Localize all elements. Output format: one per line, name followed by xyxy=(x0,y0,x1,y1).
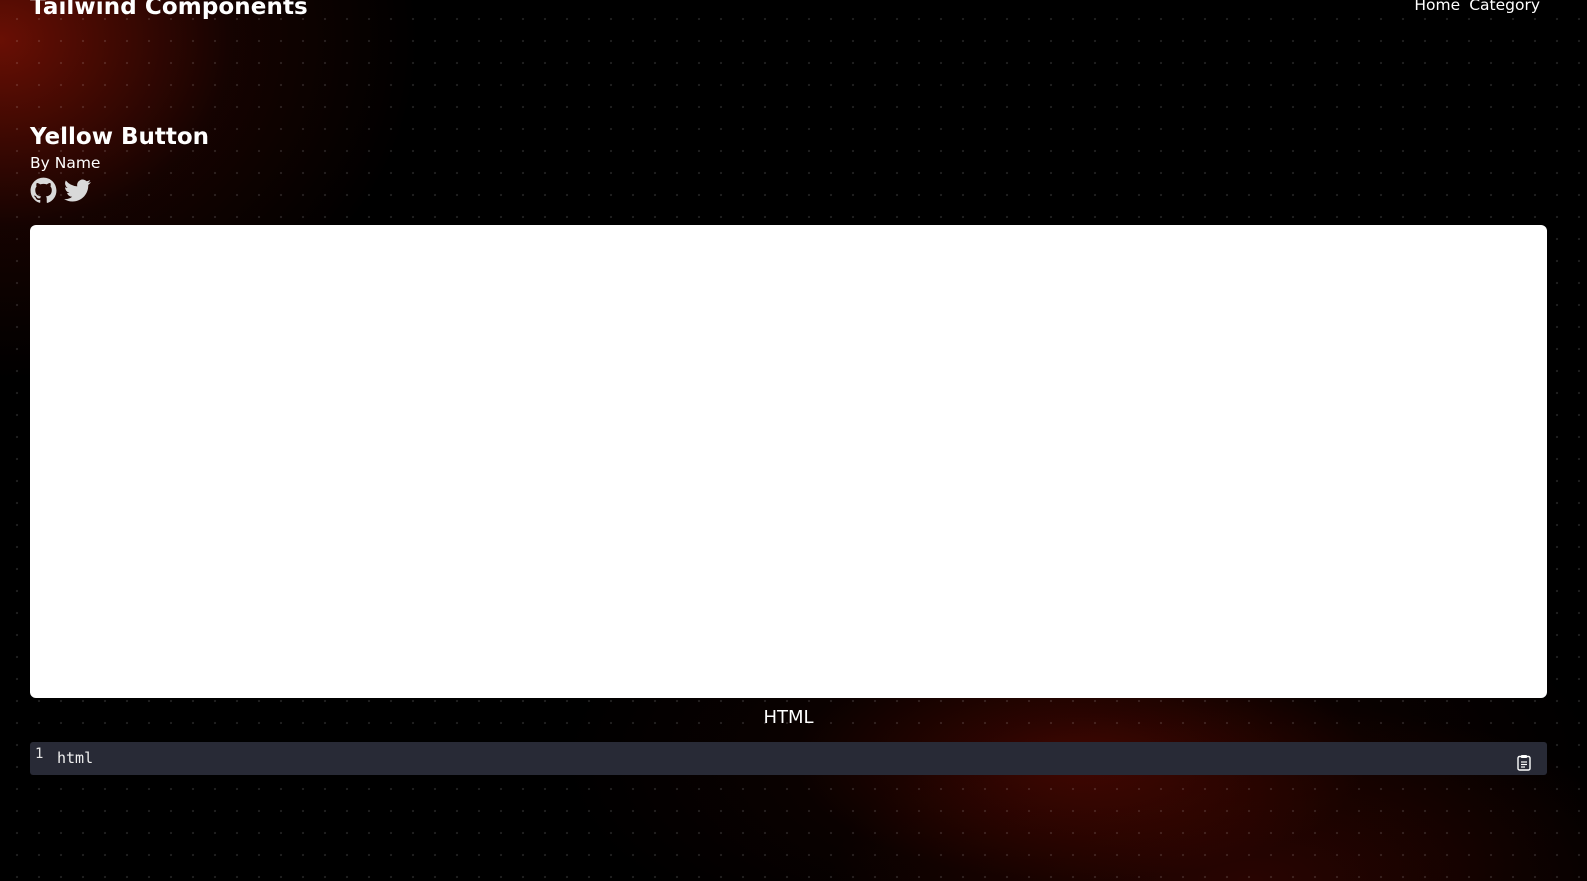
github-link[interactable] xyxy=(30,177,57,204)
author-name: By Name xyxy=(30,154,101,172)
code-block[interactable]: 1 html xyxy=(30,742,1547,775)
top-nav: Home Category xyxy=(1414,0,1540,14)
code-line[interactable]: html xyxy=(57,749,93,767)
twitter-icon xyxy=(64,177,91,204)
nav-link-home[interactable]: Home xyxy=(1414,0,1460,14)
github-icon xyxy=(30,177,57,204)
component-preview[interactable] xyxy=(30,225,1547,698)
component-title: Yellow Button xyxy=(30,124,210,150)
component-meta: Yellow Button By Name xyxy=(30,122,209,204)
social-links xyxy=(30,177,209,204)
site-title[interactable]: Tailwind Components xyxy=(30,0,308,20)
site-header: Tailwind Components Home Category xyxy=(0,0,1587,40)
code-language-label: HTML xyxy=(763,707,814,728)
copy-code-button[interactable] xyxy=(1517,754,1531,771)
line-number: 1 xyxy=(35,746,44,762)
twitter-link[interactable] xyxy=(64,177,91,204)
clipboard-icon xyxy=(1517,754,1531,771)
nav-link-category[interactable]: Category xyxy=(1469,0,1540,14)
